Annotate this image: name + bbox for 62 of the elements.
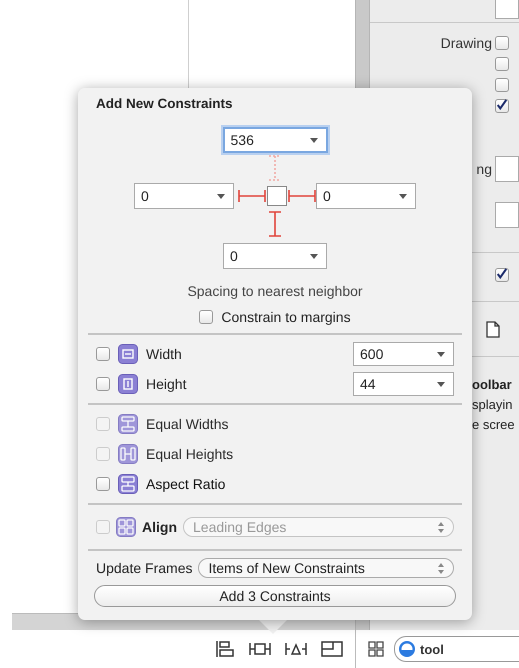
checkbox[interactable]	[96, 377, 110, 391]
view-square	[267, 186, 287, 206]
update-frames-label: Update Frames	[96, 560, 192, 576]
spacing-strut[interactable]	[288, 190, 316, 202]
spacing-caption: Spacing to nearest neighbor	[186, 283, 364, 299]
add-constraints-button[interactable]: Add 3 Constraints	[94, 585, 456, 607]
caret-icon	[217, 194, 225, 198]
aspect-ratio-icon	[118, 474, 138, 494]
spacing-field[interactable]: 536	[222, 127, 328, 153]
width-icon	[118, 344, 138, 364]
spacing-strut[interactable]	[269, 211, 281, 237]
text-field[interactable]	[495, 202, 519, 228]
size-field[interactable]: 44	[353, 372, 454, 396]
caret-icon	[437, 382, 445, 386]
spacing-field[interactable]: 0	[223, 243, 327, 269]
checkbox[interactable]	[96, 477, 110, 491]
resolve-icon[interactable]	[285, 640, 307, 658]
constraint-label: Aspect Ratio	[146, 476, 226, 492]
checkbox[interactable]	[199, 310, 214, 324]
description-title: oolbar	[472, 376, 513, 394]
constraint-label: Height	[146, 376, 188, 392]
drawing-label: Drawing	[440, 35, 492, 51]
resize-icon[interactable]	[321, 640, 343, 658]
checkbox[interactable]	[495, 268, 509, 282]
constraint-label: Width	[146, 346, 183, 362]
constraint-label: Equal Heights	[146, 446, 234, 462]
spacing-strut[interactable]	[269, 155, 281, 181]
spacing-strut[interactable]	[238, 190, 266, 202]
checkbox[interactable]	[96, 347, 110, 361]
pin-icon[interactable]	[249, 640, 271, 658]
caret-icon	[399, 194, 407, 198]
checkbox-label: Constrain to margins	[221, 309, 351, 325]
spacing-field[interactable]: 0	[316, 183, 416, 209]
align-label: Align	[142, 519, 177, 535]
dropdown-field[interactable]	[495, 0, 519, 19]
spacing-field[interactable]: 0	[134, 183, 234, 209]
stepper-icon	[438, 522, 444, 532]
update-frames-popup[interactable]: Items of New Constraints	[198, 558, 454, 578]
popover-title: Add New Constraints	[96, 96, 234, 111]
document-icon[interactable]	[486, 320, 500, 338]
checkbox[interactable]	[495, 57, 509, 71]
stepper-icon	[438, 562, 444, 574]
text-field[interactable]	[495, 156, 519, 182]
align-icon	[116, 517, 136, 537]
search-field[interactable]: tool	[394, 636, 519, 662]
grid-icon[interactable]	[368, 641, 384, 657]
checkbox[interactable]	[495, 78, 509, 92]
equal-widths-icon	[118, 414, 138, 434]
equal-heights-icon	[118, 444, 138, 464]
constraint-label: Equal Widths	[146, 416, 230, 432]
checkbox[interactable]	[495, 36, 509, 50]
description-text: e scree	[472, 416, 516, 434]
caret-icon	[437, 352, 445, 356]
caret-icon	[310, 138, 318, 142]
caret-icon	[310, 254, 318, 258]
height-icon	[118, 374, 138, 394]
description-text: splayin	[472, 396, 514, 414]
size-field[interactable]: 600	[353, 342, 454, 366]
filter-icon	[398, 640, 416, 658]
align-icon[interactable]	[215, 640, 235, 658]
checkbox[interactable]	[495, 99, 509, 113]
field-label: ng	[476, 161, 492, 177]
